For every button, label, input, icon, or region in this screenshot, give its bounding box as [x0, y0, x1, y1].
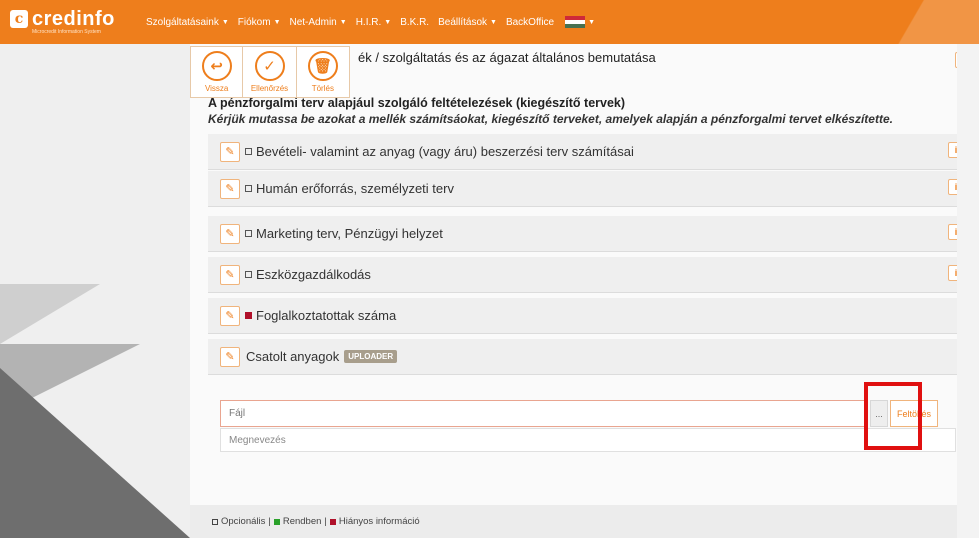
nav-item-hir[interactable]: H.I.R. ▼	[356, 17, 392, 28]
main-panel: ék / szolgáltatás és az ágazat általános…	[190, 44, 979, 538]
optional-status-icon	[245, 230, 252, 237]
section-label: Marketing terv, Pénzügyi helyzet	[256, 226, 443, 241]
status-legend: Opcionális | Rendben | Hiányos informáci…	[190, 505, 979, 538]
section-row-attachments[interactable]: ✎ Csatolt anyagok UPLOADER	[208, 339, 970, 375]
caret-down-icon: ▼	[490, 18, 497, 26]
section-label: Bevételi- valamint az anyag (vagy áru) b…	[256, 144, 634, 159]
section-label: Eszközgazdálkodás	[256, 267, 371, 282]
right-decorative-background	[957, 44, 979, 538]
legend-missing: Hiányos információ	[338, 516, 420, 527]
attachments-label: Csatolt anyagok	[246, 349, 340, 364]
ok-legend-icon	[273, 518, 280, 525]
section-label: Foglalkoztatottak száma	[256, 308, 397, 323]
brand-name: credinfo	[32, 7, 115, 30]
edit-pencil-icon[interactable]: ✎	[220, 264, 240, 285]
section-title: A pénzforgalmi terv alapjául szolgáló fe…	[208, 96, 626, 110]
section-row-marketing[interactable]: ✎ Marketing terv, Pénzügyi helyzet i	[208, 216, 970, 252]
nav-item-net-admin[interactable]: Net-Admin ▼	[290, 17, 347, 28]
check-button[interactable]: ✓ Ellenőrzés	[243, 46, 297, 98]
missing-legend-icon	[329, 518, 336, 525]
section-label: Humán erőforrás, személyzeti terv	[256, 181, 454, 196]
file-input[interactable]: Fájl	[220, 400, 868, 427]
nav-label: Beállítások	[438, 16, 488, 28]
nav-item-backoffice[interactable]: BackOffice	[506, 17, 554, 28]
delete-button[interactable]: 🗑 Törlés	[296, 46, 350, 98]
nav-label: H.I.R.	[355, 16, 382, 28]
credinfo-logo-icon: c	[10, 9, 28, 28]
back-label: Vissza	[204, 84, 229, 93]
legend-separator: |	[268, 516, 271, 527]
caret-down-icon: ▼	[273, 18, 281, 26]
nav-label: Szolgáltatásaink	[146, 16, 219, 28]
edit-pencil-icon[interactable]: ✎	[220, 305, 240, 326]
missing-status-icon	[245, 312, 252, 319]
nav-item-settings[interactable]: Beállítások ▼	[438, 17, 497, 28]
back-arrow-icon: ↩	[201, 51, 232, 81]
caret-down-icon: ▼	[588, 18, 596, 26]
legend-optional: Opcionális	[221, 516, 266, 527]
section-row-revenue[interactable]: ✎ Bevételi- valamint az anyag (vagy áru)…	[208, 134, 970, 170]
action-toolbar: ↩ Vissza ✓ Ellenőrzés 🗑 Törlés	[190, 46, 350, 98]
top-navbar: c credinfo Microcredit Information Syste…	[0, 0, 979, 44]
optional-status-icon	[245, 185, 252, 192]
optional-status-icon	[245, 148, 252, 155]
section-row-employees[interactable]: ✎ Foglalkoztatottak száma	[208, 298, 970, 334]
decorative-shade	[869, 0, 979, 44]
edit-pencil-icon[interactable]: ✎	[220, 178, 240, 199]
back-button[interactable]: ↩ Vissza	[190, 46, 244, 98]
caret-down-icon: ▼	[384, 18, 392, 26]
brand-tagline: Microcredit Information System	[32, 28, 101, 35]
nav-label: B.K.R.	[400, 16, 430, 28]
edit-pencil-icon[interactable]: ✎	[220, 223, 240, 244]
file-placeholder: Fájl	[229, 408, 246, 419]
brand-logo[interactable]: c credinfo Microcredit Information Syste…	[0, 0, 140, 44]
section-heading-overview: ék / szolgáltatás és az ágazat általános…	[358, 50, 656, 65]
legend-separator: |	[324, 516, 327, 527]
name-input[interactable]: Megnevezés	[220, 428, 956, 452]
hungarian-flag-icon	[565, 16, 586, 28]
trash-icon: 🗑	[307, 51, 338, 81]
optional-status-icon	[245, 271, 252, 278]
caret-down-icon: ▼	[339, 18, 347, 26]
uploader-badge: UPLOADER	[344, 350, 398, 363]
checkmark-icon: ✓	[254, 51, 285, 81]
delete-label: Törlés	[311, 84, 334, 93]
nav-item-services[interactable]: Szolgáltatásaink ▼	[146, 17, 229, 28]
optional-legend-icon	[212, 518, 218, 525]
section-description: Kérjük mutassa be azokat a mellék számít…	[208, 112, 893, 126]
check-label: Ellenőrzés	[250, 84, 289, 93]
main-nav: Szolgáltatásaink ▼ Fiókom ▼ Net-Admin ▼ H.I…	[146, 16, 595, 28]
name-placeholder: Megnevezés	[229, 434, 286, 446]
nav-item-bkr[interactable]: B.K.R.	[400, 17, 429, 28]
nav-item-account[interactable]: Fiókom ▼	[238, 17, 281, 28]
nav-label: Net-Admin	[289, 16, 337, 28]
edit-pencil-icon[interactable]: ✎	[220, 141, 240, 162]
legend-ok: Rendben	[282, 516, 322, 527]
nav-label: Fiókom	[237, 16, 271, 28]
caret-down-icon: ▼	[221, 18, 229, 26]
nav-label: BackOffice	[505, 16, 555, 28]
highlight-box	[864, 382, 922, 450]
language-selector[interactable]: ▼	[563, 16, 595, 28]
section-row-hr[interactable]: ✎ Humán erőforrás, személyzeti terv i	[208, 171, 970, 207]
left-decorative-background	[0, 44, 190, 538]
section-row-assets[interactable]: ✎ Eszközgazdálkodás i	[208, 257, 970, 293]
edit-pencil-icon[interactable]: ✎	[220, 346, 240, 367]
